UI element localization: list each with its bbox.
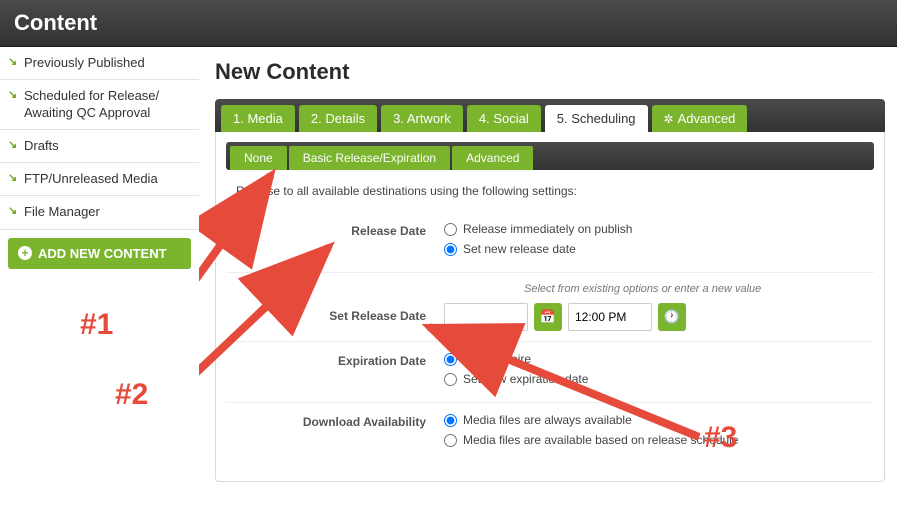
- row-set-release-date: Set Release Date Select from existing op…: [226, 273, 874, 342]
- calendar-button[interactable]: 📅: [534, 303, 562, 331]
- clock-icon: 🕐: [664, 309, 680, 325]
- radio-input[interactable]: [444, 414, 457, 427]
- date-input[interactable]: [444, 303, 528, 331]
- radio-input[interactable]: [444, 223, 457, 236]
- tab-advanced[interactable]: ✲Advanced: [652, 105, 748, 132]
- add-new-content-button[interactable]: + ADD NEW CONTENT: [8, 238, 191, 269]
- scheduling-panel: None Basic Release/Expiration Advanced R…: [215, 132, 885, 482]
- row-download: Download Availability Media files are al…: [226, 403, 874, 463]
- radio-expire-setnew[interactable]: Set new expiration date: [444, 372, 874, 386]
- row-release-date: Release Date Release immediately on publ…: [226, 212, 874, 273]
- clock-button[interactable]: 🕐: [658, 303, 686, 331]
- sidebar-item-label: Drafts: [24, 138, 59, 153]
- row-expiration: Expiration Date Never expire Set new exp…: [226, 342, 874, 403]
- subtab-none[interactable]: None: [230, 146, 287, 170]
- radio-release-immediate[interactable]: Release immediately on publish: [444, 222, 874, 236]
- sidebar-item-previously-published[interactable]: ↘ Previously Published: [0, 47, 199, 80]
- radio-download-schedule[interactable]: Media files are available based on relea…: [444, 433, 874, 447]
- add-new-content-label: ADD NEW CONTENT: [38, 246, 167, 261]
- arrow-icon: ↘: [8, 89, 17, 103]
- app-title: Content: [14, 10, 97, 35]
- app-header: Content: [0, 0, 897, 47]
- sidebar-item-drafts[interactable]: ↘ Drafts: [0, 130, 199, 163]
- sidebar-item-label: FTP/Unreleased Media: [24, 171, 158, 186]
- radio-input[interactable]: [444, 373, 457, 386]
- subtab-advanced[interactable]: Advanced: [452, 146, 533, 170]
- tab-scheduling[interactable]: 5. Scheduling: [545, 105, 648, 132]
- page-title: New Content: [215, 59, 885, 85]
- label-set-release-date: Set Release Date: [226, 283, 444, 331]
- tab-artwork[interactable]: 3. Artwork: [381, 105, 463, 132]
- tab-details[interactable]: 2. Details: [299, 105, 377, 132]
- subtab-basic[interactable]: Basic Release/Expiration: [289, 146, 450, 170]
- time-input[interactable]: [568, 303, 652, 331]
- calendar-icon: 📅: [540, 309, 556, 325]
- radio-release-setnew[interactable]: Set new release date: [444, 242, 874, 256]
- label-expiration: Expiration Date: [226, 352, 444, 392]
- sidebar-item-ftp[interactable]: ↘ FTP/Unreleased Media: [0, 163, 199, 196]
- sidebar-item-label: Scheduled for Release/ Awaiting QC Appro…: [24, 88, 159, 119]
- radio-expire-never[interactable]: Never expire: [444, 352, 874, 366]
- sidebar-item-scheduled[interactable]: ↘ Scheduled for Release/ Awaiting QC Appr…: [0, 80, 199, 130]
- arrow-icon: ↘: [8, 205, 17, 219]
- tab-media[interactable]: 1. Media: [221, 105, 295, 132]
- plus-icon: +: [18, 246, 32, 260]
- sidebar-item-label: Previously Published: [24, 55, 145, 70]
- sidebar: ↘ Previously Published ↘ Scheduled for Rel…: [0, 47, 199, 269]
- sidebar-item-label: File Manager: [24, 204, 100, 219]
- intro-text: Release to all available destinations us…: [236, 184, 874, 198]
- arrow-icon: ↘: [8, 139, 17, 153]
- radio-input[interactable]: [444, 434, 457, 447]
- hint-text: Select from existing options or enter a …: [524, 283, 874, 295]
- radio-input[interactable]: [444, 353, 457, 366]
- radio-download-always[interactable]: Media files are always available: [444, 413, 874, 427]
- wizard-tabs: 1. Media 2. Details 3. Artwork 4. Social…: [215, 99, 885, 132]
- arrow-icon: ↘: [8, 56, 17, 70]
- sidebar-item-file-manager[interactable]: ↘ File Manager: [0, 196, 199, 229]
- tab-social[interactable]: 4. Social: [467, 105, 541, 132]
- scheduling-subtabs: None Basic Release/Expiration Advanced: [226, 142, 874, 170]
- radio-input[interactable]: [444, 243, 457, 256]
- arrow-icon: ↘: [8, 172, 17, 186]
- label-download: Download Availability: [226, 413, 444, 453]
- label-release-date: Release Date: [226, 222, 444, 262]
- gear-icon: ✲: [664, 112, 674, 126]
